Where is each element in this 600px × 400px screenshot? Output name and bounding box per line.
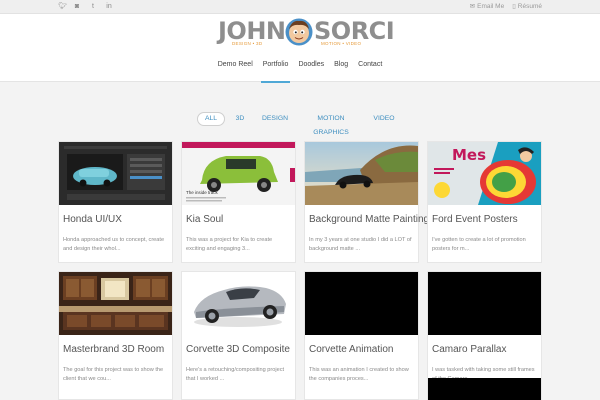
card-description: Here's a retouching/compositing project … bbox=[186, 367, 285, 382]
card-thumbnail bbox=[305, 142, 418, 205]
card-description: This was a project for Kia to create exc… bbox=[186, 237, 273, 252]
portfolio-filters: ALL 3D DESIGN MOTION GRAPHICS VIDEO bbox=[0, 112, 600, 136]
card-title: Camaro Parallax bbox=[432, 344, 507, 355]
logo-tagline-left: DESIGN • 3D bbox=[232, 41, 263, 46]
portfolio-card[interactable]: The inside track Kia Soul This was a pro… bbox=[181, 141, 296, 263]
nav-blog[interactable]: Blog bbox=[329, 60, 353, 70]
top-links: ✉ Email Me ▯ Résumé bbox=[470, 3, 542, 11]
nav-portfolio[interactable]: Portfolio bbox=[258, 60, 294, 83]
filter-motion-graphics[interactable]: MOTION GRAPHICS bbox=[301, 112, 361, 136]
corvette-composite-image bbox=[182, 272, 295, 335]
card-title: Honda UI/UX bbox=[63, 214, 122, 225]
card-description: Honda approached us to concept, create a… bbox=[63, 237, 165, 252]
linkedin-icon[interactable]: in bbox=[106, 3, 112, 11]
email-link[interactable]: ✉ Email Me bbox=[470, 3, 505, 11]
card-description: I've gotten to create a lot of promotion… bbox=[432, 237, 526, 252]
card-thumbnail bbox=[59, 142, 172, 205]
filter-3d[interactable]: 3D bbox=[231, 112, 249, 126]
site-header: JOHN SORCI DESIGN • 3D MOTION • VIDEO De… bbox=[0, 14, 600, 83]
resume-link[interactable]: ▯ Résumé bbox=[512, 3, 542, 11]
card-thumbnail bbox=[59, 272, 172, 335]
logo-tagline-right: MOTION • VIDEO bbox=[321, 41, 362, 46]
card-title: Background Matte Painting bbox=[309, 214, 430, 225]
portfolio-card[interactable]: Mes Ford Event Posters I've gotten to cr… bbox=[427, 141, 542, 263]
document-icon: ▯ bbox=[512, 3, 516, 10]
card-title: Ford Event Posters bbox=[432, 214, 518, 225]
filter-design[interactable]: DESIGN bbox=[259, 112, 291, 126]
card-description: The goal for this project was to show th… bbox=[63, 367, 164, 382]
card-description: In my 3 years at one studio I did a LOT … bbox=[309, 237, 412, 252]
tumblr-icon[interactable]: t bbox=[90, 3, 96, 11]
top-bar: 🐦︎ ◙ t in ✉ Email Me ▯ Résumé bbox=[0, 0, 600, 14]
nav-demo-reel[interactable]: Demo Reel bbox=[213, 60, 258, 70]
filter-all[interactable]: ALL bbox=[197, 112, 225, 126]
portfolio-card[interactable]: Corvette Animation This was an animation… bbox=[304, 271, 419, 400]
kia-soul-image: The inside track bbox=[182, 142, 295, 205]
card-thumbnail: Mes bbox=[428, 142, 541, 205]
nav-doodles[interactable]: Doodles bbox=[293, 60, 329, 70]
twitter-icon[interactable]: 🐦︎ bbox=[58, 3, 67, 11]
portfolio-card[interactable]: Camaro Parallax I was tasked with taking… bbox=[427, 271, 542, 400]
portfolio-card[interactable]: Corvette 3D Composite Here's a retouchin… bbox=[181, 271, 296, 400]
matte-painting-image bbox=[305, 142, 418, 205]
envelope-icon: ✉ bbox=[469, 3, 476, 10]
honda-ui-image bbox=[59, 142, 172, 205]
cartoon-face-icon bbox=[285, 18, 313, 46]
card-title: Corvette 3D Composite bbox=[186, 344, 290, 355]
card-title: Corvette Animation bbox=[309, 344, 394, 355]
card-thumbnail bbox=[182, 272, 295, 335]
masterbrand-room-image bbox=[59, 272, 172, 335]
portfolio-card[interactable]: Masterbrand 3D Room The goal for this pr… bbox=[58, 271, 173, 400]
card-title: Masterbrand 3D Room bbox=[63, 344, 165, 355]
nav-contact[interactable]: Contact bbox=[353, 60, 387, 70]
ford-poster-headline: Mes bbox=[452, 146, 486, 164]
filter-video[interactable]: VIDEO bbox=[370, 112, 398, 126]
card-description: This was an animation I created to show … bbox=[309, 367, 409, 382]
card-title: Kia Soul bbox=[186, 214, 224, 225]
resume-label: Résumé bbox=[517, 3, 542, 10]
email-label: Email Me bbox=[477, 3, 505, 10]
overlapping-thumbnail bbox=[428, 378, 541, 400]
portfolio-card[interactable]: Honda UI/UX Honda approached us to conce… bbox=[58, 141, 173, 263]
card-thumbnail bbox=[305, 272, 418, 335]
site-logo[interactable]: JOHN SORCI DESIGN • 3D MOTION • VIDEO bbox=[218, 16, 395, 50]
ford-poster-image: Mes bbox=[428, 142, 541, 205]
card-thumbnail: The inside track bbox=[182, 142, 295, 205]
main-nav: Demo Reel Portfolio Doodles Blog Contact bbox=[0, 60, 600, 83]
instagram-icon[interactable]: ◙ bbox=[74, 3, 80, 11]
portfolio-card[interactable]: Background Matte Painting In my 3 years … bbox=[304, 141, 429, 263]
kia-caption: The inside track bbox=[186, 190, 219, 195]
card-thumbnail bbox=[428, 272, 541, 335]
social-links: 🐦︎ ◙ t in bbox=[58, 3, 112, 11]
